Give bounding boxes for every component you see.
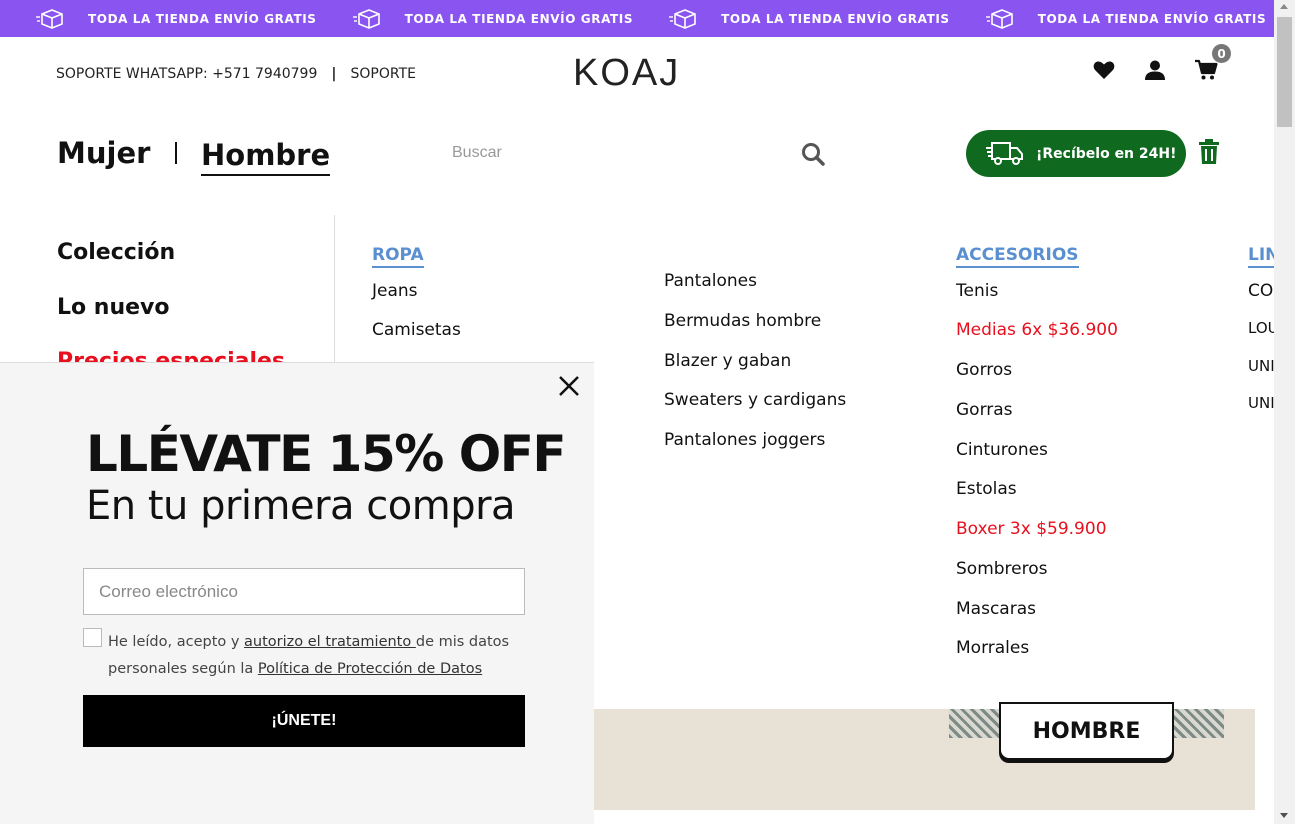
consent-link-tratamiento[interactable]: autorizo el tratamiento (244, 634, 416, 650)
promo-item: TODA LA TIENDA ENVÍO GRATIS (317, 8, 634, 29)
menu-link-joggers[interactable]: Pantalones joggers (664, 430, 825, 450)
join-button[interactable]: ¡ÚNETE! (83, 695, 525, 747)
promo-item: TODA LA TIENDA ENVÍO GRATIS (950, 8, 1267, 29)
menu-link-lineas-2[interactable]: LOU (1248, 319, 1274, 337)
menu-link-medias[interactable]: Medias 6x $36.900 (956, 320, 1118, 340)
menu-heading-lineas[interactable]: LIN (1248, 244, 1274, 268)
banner-pattern-right (1173, 709, 1224, 738)
menu-link-lineas-4[interactable]: UNI (1248, 394, 1274, 412)
consent-text: He leído, acepto y autorizo el tratamien… (108, 629, 538, 683)
scroll-up-arrow-icon[interactable] (1280, 4, 1288, 9)
shipping-box-icon (985, 8, 1014, 29)
user-icon[interactable] (1143, 58, 1167, 82)
cart-count-badge: 0 (1212, 44, 1231, 63)
shipping-box-icon (669, 8, 697, 29)
shipping-box-icon (352, 8, 381, 29)
heart-icon[interactable] (1092, 58, 1116, 82)
promo-text: TODA LA TIENDA ENVÍO GRATIS (1037, 11, 1267, 26)
email-field[interactable] (83, 568, 525, 615)
menu-link-sombreros[interactable]: Sombreros (956, 559, 1048, 579)
menu-link-estolas[interactable]: Estolas (956, 479, 1017, 499)
delivery-truck-icon (986, 141, 1023, 165)
menu-link-pantalones[interactable]: Pantalones (664, 271, 757, 291)
menu-link-mascaras[interactable]: Mascaras (956, 599, 1036, 619)
sidebar-item-lo-nuevo[interactable]: Lo nuevo (57, 295, 170, 320)
trash-icon[interactable] (1198, 139, 1220, 165)
menu-link-lineas-1[interactable]: CO (1248, 281, 1273, 301)
scrollbar[interactable] (1274, 0, 1295, 824)
menu-link-lineas-3[interactable]: UNI (1248, 357, 1274, 375)
menu-link-gorras[interactable]: Gorras (956, 400, 1013, 420)
delivery-label: ¡Recíbelo en 24H! (1036, 145, 1177, 162)
support-bar: SOPORTE WHATSAPP: +571 7940799 | SOPORTE (56, 66, 416, 82)
page: TODA LA TIENDA ENVÍO GRATIS TODA LA TIEND… (0, 0, 1295, 824)
koaj-logo[interactable]: KOAJ (573, 52, 680, 95)
popup-title: LLÉVATE 15% OFF (86, 425, 567, 483)
support-whatsapp-link[interactable]: SOPORTE WHATSAPP: +571 7940799 (56, 66, 317, 82)
menu-link-gorros[interactable]: Gorros (956, 360, 1012, 380)
nav-divider (175, 142, 177, 164)
promo-text: TODA LA TIENDA ENVÍO GRATIS (88, 11, 317, 26)
banner-pattern-left (949, 709, 999, 738)
popup-subtitle: En tu primera compra (86, 483, 516, 529)
menu-link-tenis[interactable]: Tenis (956, 281, 998, 301)
hombre-banner-button[interactable]: HOMBRE (999, 702, 1174, 760)
promo-item: TODA LA TIENDA ENVÍO GRATIS (633, 8, 950, 29)
menu-heading-ropa[interactable]: ROPA (372, 244, 424, 268)
menu-link-blazer[interactable]: Blazer y gaban (664, 351, 791, 371)
search-icon[interactable] (800, 141, 826, 167)
promo-text: TODA LA TIENDA ENVÍO GRATIS (404, 11, 634, 26)
support-separator: | (331, 66, 337, 82)
cart-icon[interactable] (1194, 58, 1218, 82)
scroll-down-arrow-icon[interactable] (1280, 813, 1288, 818)
discount-popup: LLÉVATE 15% OFF En tu primera compra He … (0, 362, 594, 824)
nav-mujer[interactable]: Mujer (57, 136, 150, 170)
menu-link-sweaters[interactable]: Sweaters y cardigans (664, 390, 846, 410)
delivery-24h-button[interactable]: ¡Recíbelo en 24H! (966, 130, 1186, 177)
search-input[interactable] (452, 138, 792, 168)
menu-link-jeans[interactable]: Jeans (372, 281, 418, 301)
promo-text: TODA LA TIENDA ENVÍO GRATIS (721, 11, 950, 26)
menu-column-lineas: LIN CO LOU UNI UNI (1248, 230, 1274, 430)
support-link[interactable]: SOPORTE (351, 66, 416, 82)
close-icon[interactable] (557, 374, 581, 398)
menu-link-camisetas[interactable]: Camisetas (372, 320, 461, 340)
nav-hombre[interactable]: Hombre (201, 136, 331, 176)
menu-divider (334, 215, 335, 375)
menu-heading-accesorios[interactable]: ACCESORIOS (956, 244, 1079, 268)
consent-link-politica[interactable]: Política de Protección de Datos (258, 661, 482, 677)
menu-link-morrales[interactable]: Morrales (956, 638, 1029, 658)
shipping-box-icon (36, 8, 64, 29)
consent-checkbox[interactable] (83, 628, 102, 647)
sidebar-item-coleccion[interactable]: Colección (57, 240, 175, 265)
promo-item: TODA LA TIENDA ENVÍO GRATIS (0, 8, 317, 29)
promo-bar: TODA LA TIENDA ENVÍO GRATIS TODA LA TIEND… (0, 0, 1274, 37)
scroll-thumb[interactable] (1277, 17, 1292, 127)
consent-prefix: He leído, acepto y (108, 634, 245, 650)
menu-link-bermudas[interactable]: Bermudas hombre (664, 311, 821, 331)
menu-link-boxer[interactable]: Boxer 3x $59.900 (956, 519, 1107, 539)
menu-link-cinturones[interactable]: Cinturones (956, 440, 1048, 460)
